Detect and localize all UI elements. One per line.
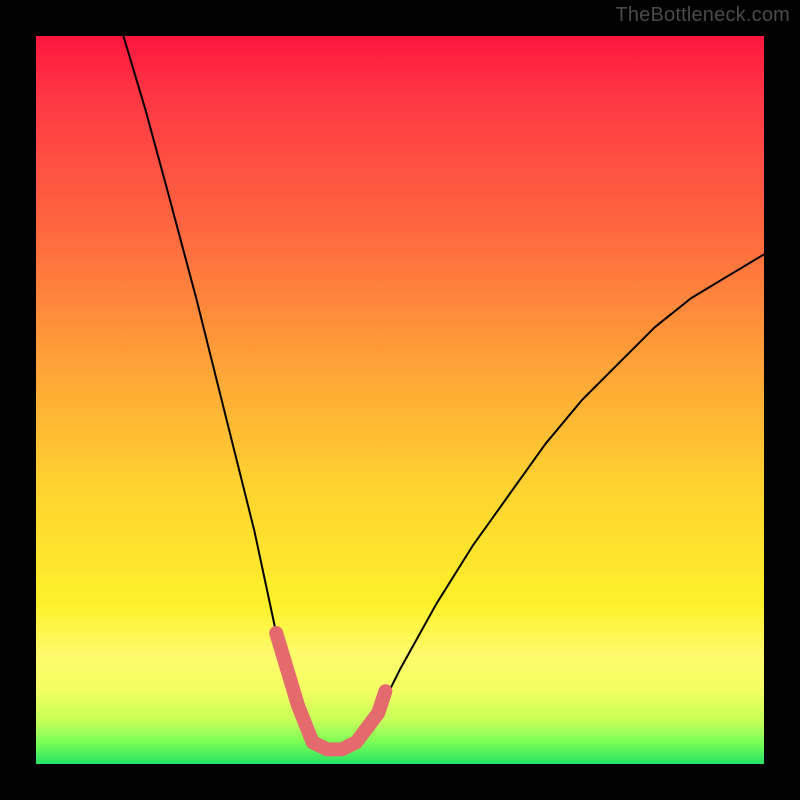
chart-svg xyxy=(36,36,764,764)
highlight-segment xyxy=(276,633,385,749)
chart-frame: TheBottleneck.com xyxy=(0,0,800,800)
watermark-text: TheBottleneck.com xyxy=(615,4,790,27)
plot-area xyxy=(36,36,764,764)
bottleneck-curve xyxy=(123,36,764,749)
